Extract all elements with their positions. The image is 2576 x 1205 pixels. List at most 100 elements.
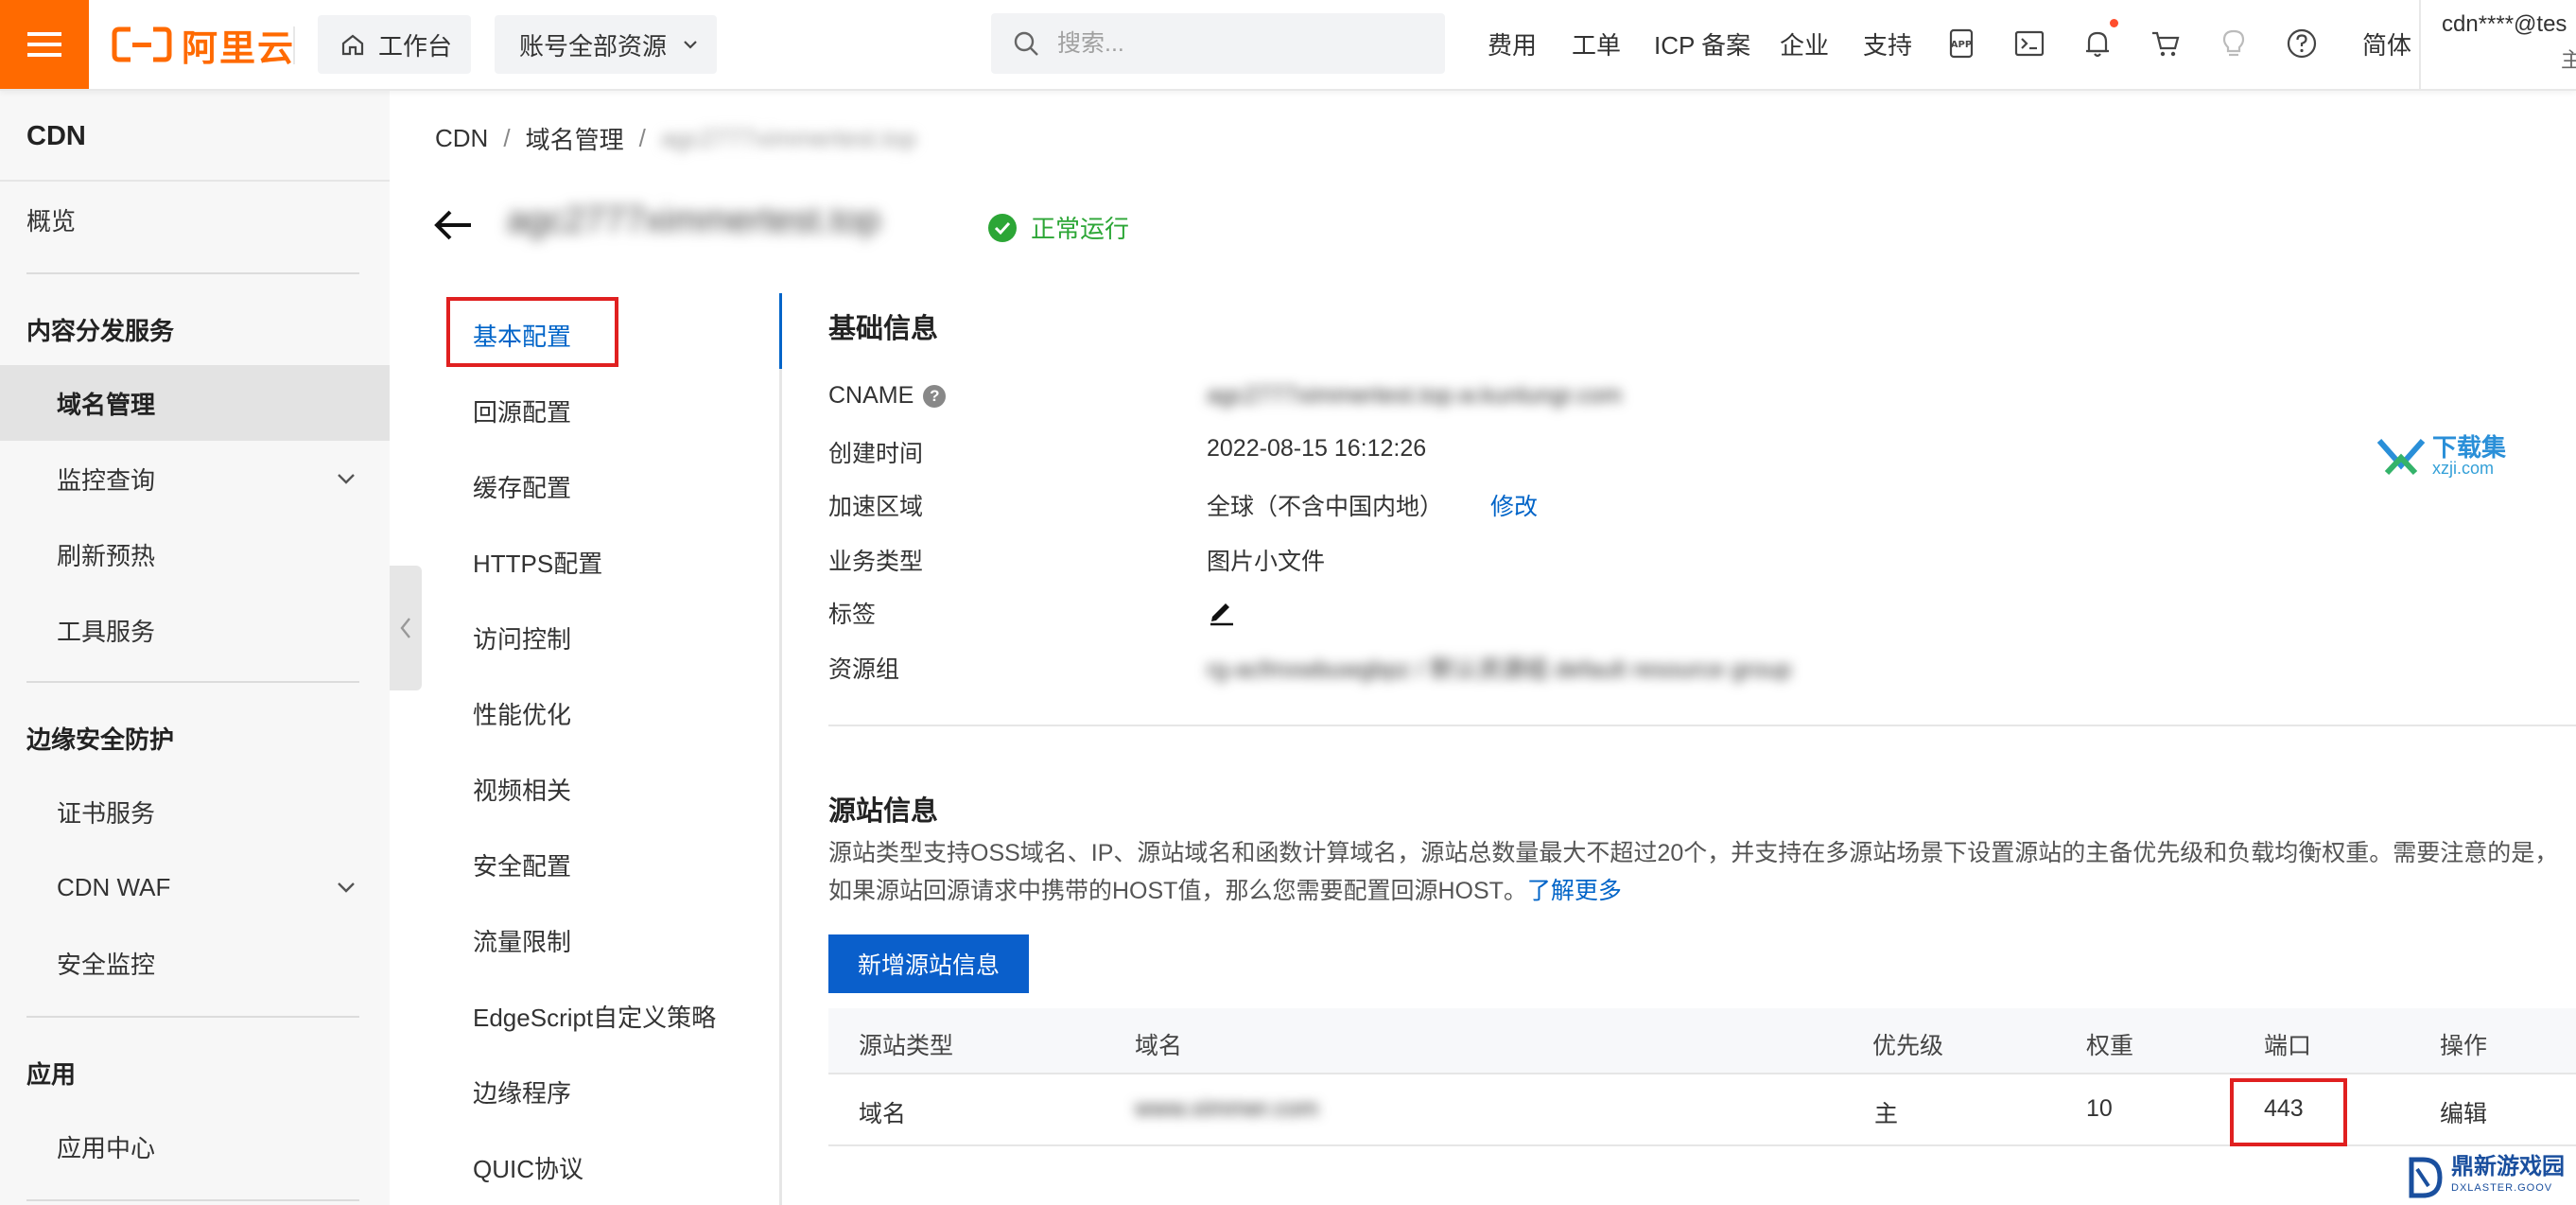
bell-icon (2086, 31, 2109, 58)
nav-support[interactable]: 支持 (1863, 26, 1912, 61)
status-text: 正常运行 (1031, 215, 1130, 243)
watermark-xzji: 下载集 xzji.com (2376, 433, 2507, 479)
region-edit-link[interactable]: 修改 (1490, 488, 1538, 522)
divider (26, 681, 359, 683)
cell-port: 443 (2264, 1095, 2304, 1122)
config-nav-active-indicator (779, 293, 782, 369)
config-tab-basic[interactable]: 基本配置 (473, 318, 571, 353)
nav-billing[interactable]: 费用 (1488, 26, 1537, 61)
created-time-label: 创建时间 (828, 441, 924, 467)
search-input[interactable] (1055, 28, 1419, 59)
sidebar-item-domain-management[interactable]: 域名管理 (0, 365, 390, 441)
sidebar-item-overview[interactable]: 概览 (0, 182, 390, 257)
section-title-basic-info: 基础信息 (828, 314, 939, 344)
region-value: 全球（不含中国内地） (1207, 494, 1444, 520)
cell-priority: 主 (1874, 1101, 1899, 1127)
hamburger-icon (27, 32, 61, 57)
sidebar-item-certificates[interactable]: 证书服务 (0, 774, 390, 849)
resource-scope-label: 账号全部资源 (519, 31, 668, 61)
language-switch[interactable]: 简体 (2362, 26, 2411, 61)
workbench-label: 工作台 (378, 31, 453, 61)
sidebar-item-app-center[interactable]: 应用中心 (0, 1109, 390, 1184)
sidebar-item-label: 监控查询 (57, 465, 156, 495)
lightbulb-button[interactable] (2215, 25, 2253, 62)
breadcrumb-cdn[interactable]: CDN (435, 124, 488, 153)
sidebar-item-label: CDN WAF (57, 872, 171, 901)
sidebar-item-cdn-waf[interactable]: CDN WAF (0, 849, 390, 925)
add-origin-button[interactable]: 新增源站信息 (828, 934, 1029, 993)
sidebar-item-label: 刷新预热 (57, 541, 156, 570)
sidebar-item-label: 工具服务 (57, 617, 156, 646)
cart-icon (2152, 31, 2180, 57)
origin-description-text: 源站类型支持OSS域名、IP、源站域名和函数计算域名，源站总数量最大不超过20个… (828, 840, 2559, 904)
learn-more-link[interactable]: 了解更多 (1527, 878, 1622, 904)
brand-name: 阿里云 (182, 28, 296, 69)
sidebar-item-security-monitor[interactable]: 安全监控 (0, 925, 390, 1001)
breadcrumb-current-domain: agc2777ximmertest.top (660, 124, 917, 152)
nav-ticket[interactable]: 工单 (1572, 26, 1621, 61)
breadcrumb-separator: / (503, 124, 511, 152)
sidebar-group-title: 边缘安全防护 (26, 725, 175, 754)
lightbulb-icon (2222, 29, 2245, 57)
config-tab-edge-routine[interactable]: 边缘程序 (473, 1074, 571, 1109)
business-type-value: 图片小文件 (1207, 549, 1326, 575)
config-tab-security[interactable]: 安全配置 (473, 847, 571, 882)
sidebar-collapse-button[interactable] (390, 566, 422, 690)
back-arrow-icon[interactable] (431, 202, 477, 248)
divider (828, 725, 2576, 726)
help-icon[interactable]: ? (923, 384, 947, 408)
account-name[interactable]: cdn****@tes (2442, 11, 2567, 38)
config-tab-video[interactable]: 视频相关 (473, 772, 571, 807)
config-tab-edgescript[interactable]: EdgeScript自定义策略 (473, 999, 716, 1034)
breadcrumb-separator: / (638, 124, 646, 152)
breadcrumb-domain-management[interactable]: 域名管理 (526, 121, 624, 156)
sidebar-item-monitoring[interactable]: 监控查询 (0, 441, 390, 516)
column-header: 操作 (2440, 1033, 2488, 1059)
column-header: 域名 (1135, 1033, 1183, 1059)
aliyun-logo-icon (112, 26, 172, 62)
search-box[interactable] (991, 13, 1445, 74)
aliyun-logo[interactable]: 阿里云 (112, 19, 295, 70)
region-row: 全球（不含中国内地） 修改 (1207, 488, 1538, 522)
chevron-down-icon (338, 474, 355, 484)
home-icon (341, 34, 364, 56)
config-tab-origin[interactable]: 回源配置 (473, 393, 571, 428)
sidebar-item-label: 证书服务 (57, 798, 156, 828)
config-tab-https[interactable]: HTTPS配置 (473, 545, 602, 580)
top-bar: 阿里云 工作台 账号全部资源 费用 工单 ICP 备案 企业 支持 APP (0, 0, 2576, 91)
edit-origin-link[interactable]: 编辑 (2440, 1095, 2487, 1129)
download-logo-icon (2376, 439, 2426, 476)
resource-scope-select[interactable]: 账号全部资源 (495, 15, 717, 74)
nav-icp[interactable]: ICP 备案 (1654, 26, 1750, 61)
sidebar-title: CDN (26, 121, 86, 151)
watermark-text: DXLASTER.GOOV (2451, 1182, 2553, 1194)
sidebar-group-title: 内容分发服务 (26, 317, 175, 345)
dx-logo-icon (2409, 1157, 2443, 1198)
notification-button[interactable] (2079, 25, 2116, 62)
app-icon-button[interactable]: APP (1942, 25, 1980, 62)
resource-group-value: rg-acfmxwbuwgbpz / 默认资源组 default resourc… (1207, 656, 1792, 683)
cart-button[interactable] (2147, 25, 2184, 62)
watermark-text: 下载集 (2432, 433, 2507, 462)
config-tab-quic[interactable]: QUIC协议 (473, 1150, 583, 1185)
cname-label: CNAME ? (828, 382, 947, 410)
edit-pencil-icon[interactable] (1207, 596, 1237, 626)
column-header: 优先级 (1872, 1033, 1944, 1059)
column-header: 端口 (2264, 1033, 2312, 1059)
config-tab-rate-limit[interactable]: 流量限制 (473, 923, 571, 958)
table-row: 域名 www.ximmer.com 主 10 443 编辑 (828, 1074, 2576, 1146)
workbench-button[interactable]: 工作台 (318, 15, 471, 74)
config-tab-access-control[interactable]: 访问控制 (473, 620, 571, 655)
menu-button[interactable] (0, 0, 89, 89)
sidebar-item-refresh[interactable]: 刷新预热 (0, 516, 390, 592)
config-tab-cache[interactable]: 缓存配置 (473, 469, 571, 504)
nav-enterprise[interactable]: 企业 (1780, 26, 1829, 61)
sidebar-item-label: 概览 (26, 206, 77, 236)
help-button[interactable] (2283, 25, 2321, 62)
divider (293, 26, 295, 64)
sidebar-item-label: 应用中心 (57, 1133, 156, 1162)
terminal-button[interactable] (2010, 25, 2048, 62)
sidebar-item-label: 域名管理 (57, 390, 156, 419)
sidebar-item-tools[interactable]: 工具服务 (0, 592, 390, 668)
config-tab-performance[interactable]: 性能优化 (473, 696, 571, 731)
